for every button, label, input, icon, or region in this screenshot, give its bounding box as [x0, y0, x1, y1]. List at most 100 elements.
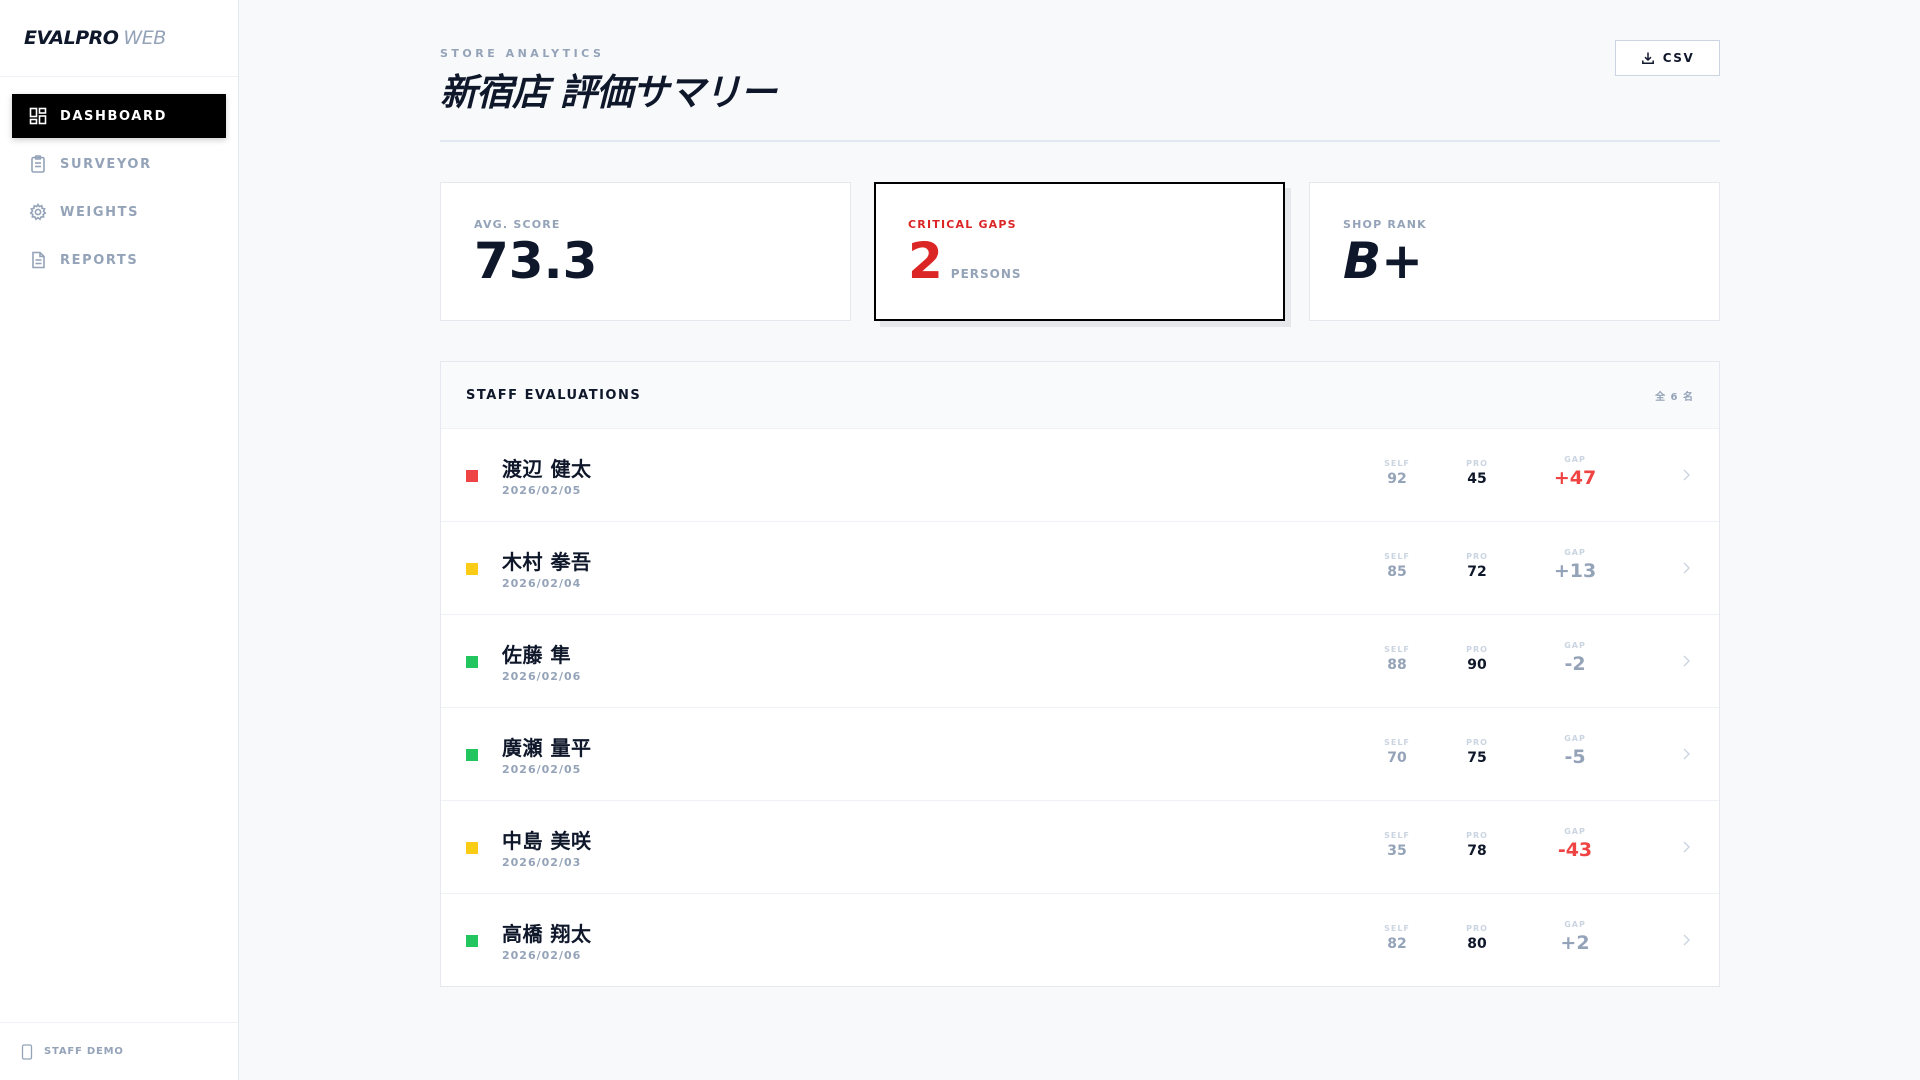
sidebar-item-surveyor[interactable]: SURVEYOR: [12, 142, 226, 186]
kpi-shop-rank: SHOP RANK B+: [1309, 182, 1720, 321]
staff-row[interactable]: 高橋 翔太 2026/02/06 SELF 82 PRO 80 GAP +2: [441, 894, 1719, 987]
staff-row[interactable]: 佐藤 隼 2026/02/06 SELF 88 PRO 90 GAP -2: [441, 615, 1719, 708]
staff-name: 木村 拳吾: [502, 550, 592, 574]
kpi-value: B+: [1343, 233, 1719, 289]
gap-label: GAP: [1564, 920, 1586, 929]
avg-score-value: 73.3: [474, 232, 598, 290]
sidebar-item-label: DASHBOARD: [60, 108, 167, 124]
gap-label: GAP: [1564, 455, 1586, 464]
critical-gaps-value: 2: [908, 232, 943, 290]
staff-row[interactable]: 中島 美咲 2026/02/03 SELF 35 PRO 78 GAP -43: [441, 801, 1719, 894]
chevron-right-icon: [1680, 839, 1692, 855]
self-label: SELF: [1384, 831, 1410, 840]
pro-label: PRO: [1466, 552, 1488, 561]
gap-value: -2: [1564, 653, 1586, 675]
csv-button-label: CSV: [1662, 51, 1695, 65]
gap-score: GAP -2: [1545, 641, 1605, 675]
pro-score: PRO 78: [1457, 831, 1497, 859]
brand-logo[interactable]: EVALPRO WEB: [0, 0, 238, 77]
staff-list: 渡辺 健太 2026/02/05 SELF 92 PRO 45 GAP +47 …: [441, 429, 1719, 987]
brand-name: EVALPRO: [24, 27, 119, 49]
phone-icon: [20, 1043, 34, 1060]
status-indicator: [466, 563, 478, 575]
kpi-avg-score: AVG. SCORE 73.3: [440, 182, 851, 321]
gap-label: GAP: [1564, 641, 1586, 650]
self-label: SELF: [1384, 552, 1410, 561]
status-indicator: [466, 470, 478, 482]
staff-name: 佐藤 隼: [502, 643, 571, 667]
pro-score: PRO 72: [1457, 552, 1497, 580]
self-label: SELF: [1384, 645, 1410, 654]
self-label: SELF: [1384, 459, 1410, 468]
document-icon: [28, 250, 48, 270]
self-score: SELF 82: [1377, 924, 1417, 952]
pro-score: PRO 45: [1457, 459, 1497, 487]
sidebar-item-label: SURVEYOR: [60, 156, 152, 172]
staff-count: 全 6 名: [1655, 391, 1694, 403]
pro-value: 80: [1467, 936, 1487, 952]
gap-value: -43: [1557, 839, 1593, 861]
page-kicker: STORE ANALYTICS: [440, 47, 605, 60]
self-value: 88: [1387, 657, 1407, 673]
sidebar-item-label: REPORTS: [60, 252, 139, 268]
gap-label: GAP: [1564, 734, 1586, 743]
chevron-right-icon: [1680, 746, 1692, 762]
status-indicator: [466, 749, 478, 761]
gap-value: +47: [1553, 467, 1597, 489]
pro-value: 90: [1467, 657, 1487, 673]
clipboard-icon: [28, 154, 48, 174]
gap-score: GAP -5: [1545, 734, 1605, 768]
self-value: 82: [1387, 936, 1407, 952]
evaluation-date: 2026/02/04: [502, 577, 582, 590]
pro-label: PRO: [1466, 645, 1488, 654]
gap-score: GAP -43: [1545, 827, 1605, 861]
evaluation-date: 2026/02/06: [502, 670, 582, 683]
status-indicator: [466, 935, 478, 947]
staff-name: 廣瀬 量平: [502, 736, 592, 760]
staff-name: 渡辺 健太: [502, 457, 592, 481]
kpi-critical-gaps[interactable]: CRITICAL GAPS 2 PERSONS: [874, 182, 1285, 321]
evaluation-date: 2026/02/05: [502, 484, 582, 497]
self-score: SELF 85: [1377, 552, 1417, 580]
self-label: SELF: [1384, 924, 1410, 933]
staff-demo-link[interactable]: STAFF DEMO: [0, 1022, 238, 1080]
pro-label: PRO: [1466, 831, 1488, 840]
staff-row[interactable]: 木村 拳吾 2026/02/04 SELF 85 PRO 72 GAP +13: [441, 522, 1719, 615]
pro-label: PRO: [1466, 738, 1488, 747]
staff-name: 高橋 翔太: [502, 922, 592, 946]
staff-row[interactable]: 渡辺 健太 2026/02/05 SELF 92 PRO 45 GAP +47: [441, 429, 1719, 522]
kpi-value: 2 PERSONS: [908, 233, 1283, 302]
sidebar-item-label: WEIGHTS: [60, 204, 140, 220]
pro-score: PRO 75: [1457, 738, 1497, 766]
self-value: 85: [1387, 564, 1407, 580]
pro-score: PRO 80: [1457, 924, 1497, 952]
evaluation-date: 2026/02/03: [502, 856, 582, 869]
sidebar-item-reports[interactable]: REPORTS: [12, 238, 226, 282]
shop-rank-value: B+: [1343, 232, 1424, 290]
status-indicator: [466, 656, 478, 668]
self-score: SELF 92: [1377, 459, 1417, 487]
chevron-right-icon: [1680, 932, 1692, 948]
staff-row[interactable]: 廣瀬 量平 2026/02/05 SELF 70 PRO 75 GAP -5: [441, 708, 1719, 801]
brand-suffix: WEB: [123, 27, 166, 49]
kpi-label: CRITICAL GAPS: [908, 218, 1017, 231]
pro-label: PRO: [1466, 459, 1488, 468]
chevron-right-icon: [1680, 560, 1692, 576]
pro-value: 78: [1467, 843, 1487, 859]
download-icon: [1641, 51, 1655, 65]
header-divider: [440, 140, 1720, 142]
csv-export-button[interactable]: CSV: [1615, 40, 1720, 76]
self-score: SELF 70: [1377, 738, 1417, 766]
kpi-value: 73.3: [474, 233, 850, 289]
staff-demo-label: STAFF DEMO: [44, 1046, 124, 1057]
sidebar-item-weights[interactable]: WEIGHTS: [12, 190, 226, 234]
gap-score: GAP +47: [1545, 455, 1605, 489]
panel-title: STAFF EVALUATIONS: [466, 387, 642, 403]
self-value: 35: [1387, 843, 1407, 859]
evaluation-date: 2026/02/06: [502, 949, 582, 962]
page-title: 新宿店 評価サマリー: [440, 71, 777, 114]
gap-score: GAP +13: [1545, 548, 1605, 582]
kpi-label: SHOP RANK: [1343, 218, 1427, 231]
sidebar-item-dashboard[interactable]: DASHBOARD: [12, 94, 226, 138]
gap-value: -5: [1564, 746, 1586, 768]
